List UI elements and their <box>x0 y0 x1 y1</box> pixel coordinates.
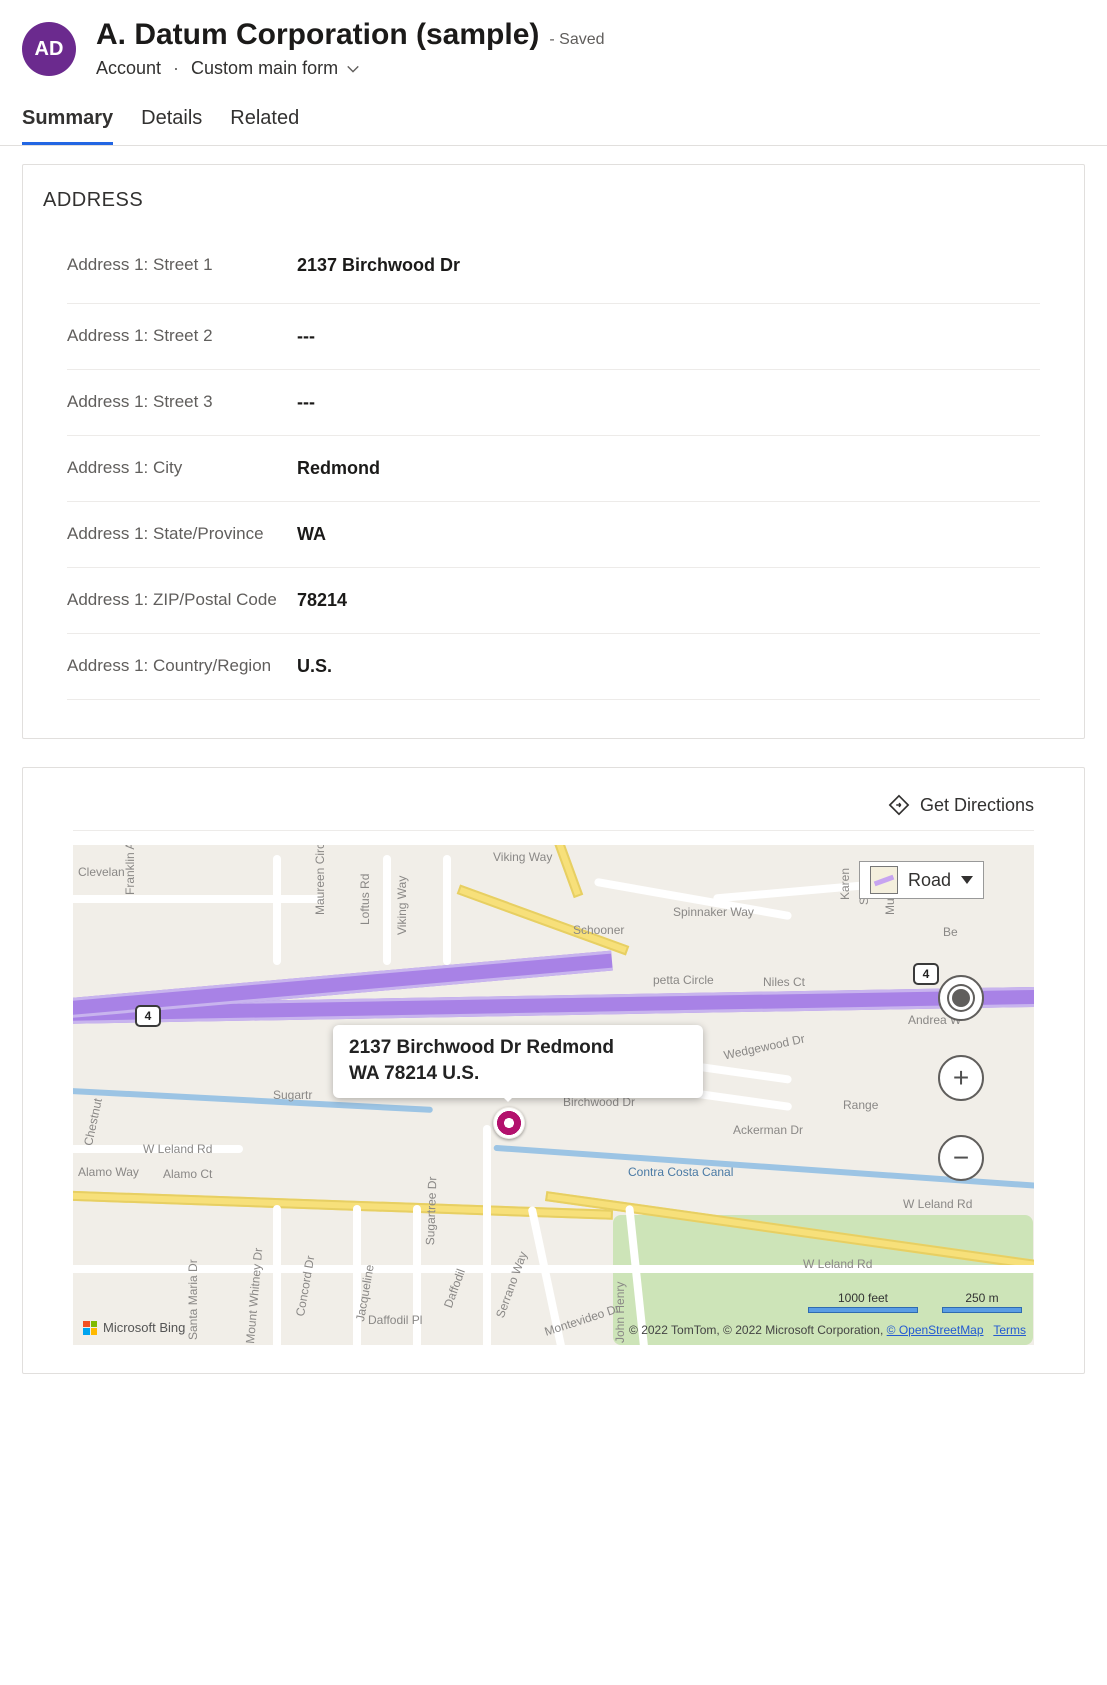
map-label: Serrano Way <box>493 1250 530 1320</box>
field-street1[interactable]: Address 1: Street 1 2137 Birchwood Dr <box>67 238 1040 304</box>
map-type-selector[interactable]: Road <box>859 861 984 899</box>
map-label: Spinnaker Way <box>673 905 754 919</box>
record-title: A. Datum Corporation (sample) <box>96 18 539 52</box>
map-label: Niles Ct <box>763 975 805 989</box>
map-credits: © 2022 TomTom, © 2022 Microsoft Corporat… <box>629 1323 1026 1337</box>
avatar: AD <box>22 22 76 76</box>
map-label: Santa Maria Dr <box>186 1259 200 1340</box>
map-label: petta Circle <box>653 973 714 987</box>
map-label: Schooner <box>573 923 624 937</box>
info-line: 2137 Birchwood Dr Redmond <box>349 1035 687 1061</box>
tab-summary[interactable]: Summary <box>22 107 113 145</box>
map-label: Maureen Circ <box>313 845 327 915</box>
tab-details[interactable]: Details <box>141 107 202 145</box>
tab-related[interactable]: Related <box>230 107 299 145</box>
map-label: Alamo Ct <box>163 1167 212 1181</box>
credit-ms: © 2022 Microsoft Corporation, <box>723 1323 883 1337</box>
field-state[interactable]: Address 1: State/Province WA <box>67 502 1040 568</box>
scale-m: 250 m <box>965 1291 998 1305</box>
field-label: Address 1: State/Province <box>67 523 297 546</box>
map-label: Franklin Ave <box>123 845 137 895</box>
field-value: 2137 Birchwood Dr <box>297 255 460 276</box>
field-label: Address 1: Street 2 <box>67 325 297 348</box>
field-value: --- <box>297 392 315 413</box>
zoom-out-button[interactable]: − <box>938 1135 984 1181</box>
get-directions-label: Get Directions <box>920 795 1034 816</box>
locate-button[interactable] <box>938 975 984 1021</box>
map-section: Get Directions 4 4 <box>22 767 1085 1374</box>
locate-icon <box>952 989 970 1007</box>
map-scale: 1000 feet 250 m <box>808 1291 1022 1313</box>
field-label: Address 1: City <box>67 457 297 480</box>
map-label: Daffodil Pl <box>368 1313 422 1327</box>
field-zip[interactable]: Address 1: ZIP/Postal Code 78214 <box>67 568 1040 634</box>
map-label: W Leland Rd <box>903 1197 972 1211</box>
map-label: Daffodil <box>441 1267 468 1310</box>
field-value: U.S. <box>297 656 332 677</box>
map-label: Alamo Way <box>78 1165 139 1179</box>
map-label: W Leland Rd <box>803 1257 872 1271</box>
field-value: Redmond <box>297 458 380 479</box>
route-shield: 4 <box>135 1005 161 1027</box>
map-label: Concord Dr <box>293 1255 317 1318</box>
map-label: Sugartr <box>273 1088 312 1102</box>
microsoft-logo-icon <box>83 1321 97 1335</box>
route-shield: 4 <box>913 963 939 985</box>
info-line: WA 78214 U.S. <box>349 1061 687 1087</box>
save-status: - Saved <box>549 31 604 49</box>
section-title: ADDRESS <box>43 189 1064 212</box>
map-label: Viking Way <box>395 876 409 935</box>
map-viewport[interactable]: 4 4 V <box>73 845 1034 1345</box>
field-country[interactable]: Address 1: Country/Region U.S. <box>67 634 1040 700</box>
separator: · <box>173 58 179 79</box>
caret-down-icon <box>961 876 973 884</box>
field-label: Address 1: Country/Region <box>67 655 297 678</box>
form-selector[interactable]: Custom main form <box>191 58 360 79</box>
map-provider: Microsoft Bing <box>83 1320 185 1335</box>
osm-link[interactable]: © OpenStreetMap <box>887 1323 984 1337</box>
get-directions-button[interactable]: Get Directions <box>888 794 1034 816</box>
field-label: Address 1: Street 3 <box>67 391 297 414</box>
field-value: WA <box>297 524 326 545</box>
field-label: Address 1: ZIP/Postal Code <box>67 589 297 612</box>
field-street2[interactable]: Address 1: Street 2 --- <box>67 304 1040 370</box>
entity-name: Account <box>96 58 161 79</box>
map-label: Contra Costa Canal <box>628 1165 733 1179</box>
field-city[interactable]: Address 1: City Redmond <box>67 436 1040 502</box>
tab-bar: Summary Details Related <box>0 89 1107 146</box>
minus-icon: − <box>953 1142 969 1174</box>
map-label: Karen <box>838 868 852 900</box>
field-value: --- <box>297 326 315 347</box>
map-label: John Henry <box>613 1282 627 1343</box>
record-header: AD A. Datum Corporation (sample) - Saved… <box>0 0 1107 89</box>
plus-icon: + <box>953 1062 969 1094</box>
field-label: Address 1: Street 1 <box>67 254 297 277</box>
field-street3[interactable]: Address 1: Street 3 --- <box>67 370 1040 436</box>
credit-tomtom: © 2022 TomTom, <box>629 1323 720 1337</box>
map-label: W Leland Rd <box>143 1142 212 1156</box>
map-type-label: Road <box>908 870 951 891</box>
map-label: Wedgewood Dr <box>722 1032 806 1063</box>
map-label: Ackerman Dr <box>733 1123 803 1137</box>
map-label: Chestnut <box>81 1097 105 1147</box>
terms-link[interactable]: Terms <box>993 1323 1026 1337</box>
map-info-box[interactable]: 2137 Birchwood Dr Redmond WA 78214 U.S. <box>333 1025 703 1098</box>
directions-icon <box>888 794 910 816</box>
map-label: Viking Way <box>493 850 552 864</box>
form-selector-label: Custom main form <box>191 58 338 79</box>
map-label: Be <box>943 925 958 939</box>
map-road-icon <box>870 866 898 894</box>
address-section: ADDRESS Address 1: Street 1 2137 Birchwo… <box>22 164 1085 739</box>
map-label: Loftus Rd <box>358 874 372 925</box>
map-label: Mount Whitney Dr <box>243 1247 265 1344</box>
bing-label: Microsoft Bing <box>103 1320 185 1335</box>
map-label: Range <box>843 1098 878 1112</box>
map-label: Clevelan <box>78 865 125 879</box>
field-value: 78214 <box>297 590 347 611</box>
chevron-down-icon <box>346 62 360 76</box>
zoom-in-button[interactable]: + <box>938 1055 984 1101</box>
scale-feet: 1000 feet <box>838 1291 888 1305</box>
map-label: Sugartree Dr <box>423 1176 439 1245</box>
